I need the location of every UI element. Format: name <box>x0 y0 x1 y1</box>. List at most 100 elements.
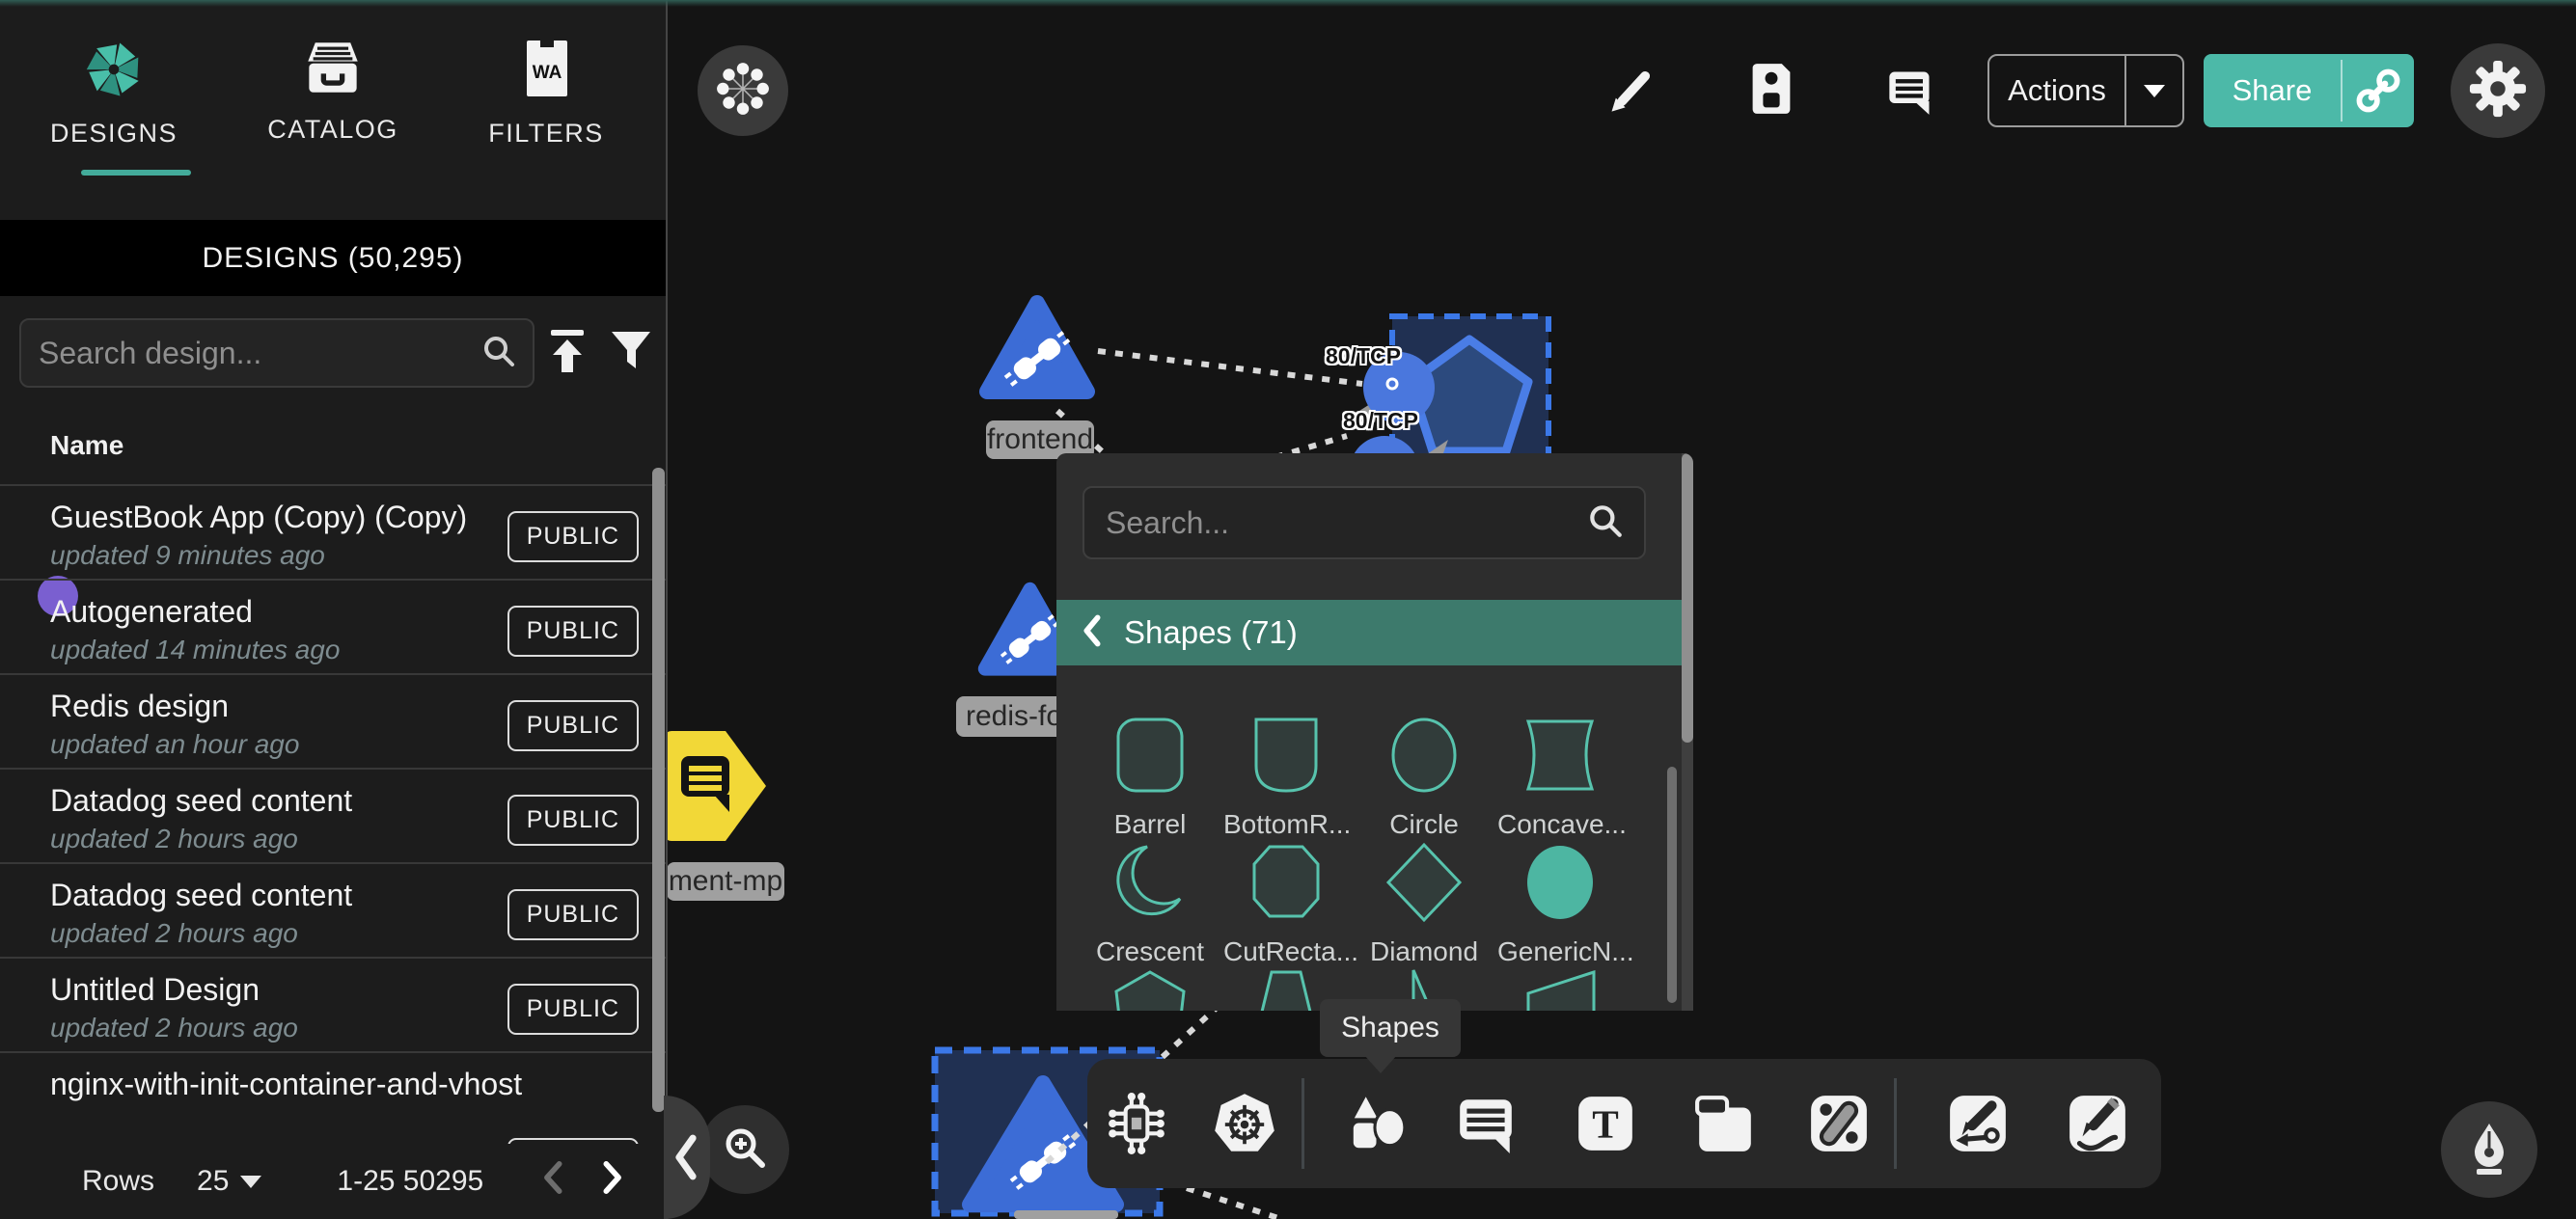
visibility-badge: PUBLIC <box>507 700 639 751</box>
shape-item-partial[interactable] <box>1087 966 1213 1011</box>
visualize-cluster-button[interactable] <box>698 45 788 136</box>
shape-label: BottomR... <box>1223 809 1349 840</box>
shape-item-diamond[interactable]: Diamond <box>1361 839 1487 967</box>
shapes-list-scrollbar[interactable] <box>1667 767 1677 1003</box>
node-label-chip: redis-fo <box>956 696 1072 737</box>
shape-label: GenericN... <box>1497 936 1623 967</box>
cluster-dots-icon <box>715 61 771 122</box>
shape-item-circle[interactable]: Circle <box>1361 712 1487 840</box>
tab-designs-label: DESIGNS <box>50 119 178 149</box>
shape-item-concave[interactable]: Concave... <box>1497 712 1623 840</box>
shape-label: Barrel <box>1087 809 1213 840</box>
shapes-search-box <box>1082 486 1646 559</box>
pen-nib-icon <box>2462 1120 2516 1180</box>
node-comment-yellow[interactable] <box>666 731 767 845</box>
design-name: nginx-with-init-container-and-vhost <box>50 1067 522 1102</box>
shape-item-barrel[interactable]: Barrel <box>1087 712 1213 840</box>
toolbar-divider <box>1894 1078 1897 1169</box>
tab-designs[interactable]: DESIGNS <box>22 39 206 174</box>
zoom-in-icon <box>720 1123 770 1178</box>
shape-label: Diamond <box>1361 936 1487 967</box>
design-row[interactable]: GuestBook App (Copy) (Copy) updated 9 mi… <box>0 484 666 581</box>
copy-link-icon[interactable] <box>2343 54 2414 127</box>
shape-item-bottomround[interactable]: BottomR... <box>1223 712 1349 840</box>
caret-down-icon <box>2144 85 2165 97</box>
note-tool-icon[interactable] <box>1687 1086 1763 1161</box>
pagination-bar: Rows 25 1-25 50295 <box>0 1144 666 1219</box>
visibility-badge: PUBLIC <box>507 606 639 657</box>
share-button[interactable]: Share <box>2204 54 2414 127</box>
tab-filters[interactable]: WA FILTERS <box>454 39 638 174</box>
design-updated: updated 2 hours ago <box>50 918 298 949</box>
design-row[interactable]: Untitled Design updated 2 hours ago PUBL… <box>0 957 666 1053</box>
shape-label: Concave... <box>1497 809 1623 840</box>
node-frontend[interactable] <box>977 291 1098 407</box>
comment-icon[interactable] <box>1885 66 1935 121</box>
node-label-chip <box>1014 1210 1118 1219</box>
freehand-draw-tool-icon[interactable] <box>2060 1086 2135 1161</box>
shape-item-crescent[interactable]: Crescent <box>1087 839 1213 967</box>
gear-icon <box>2468 59 2528 123</box>
design-updated: updated 9 minutes ago <box>50 540 325 571</box>
rows-per-page-value: 25 <box>197 1165 229 1198</box>
design-row[interactable]: Redis design updated an hour ago PUBLIC <box>0 673 666 770</box>
pagination-range: 1-25 50295 <box>337 1165 483 1198</box>
shape-item-partial[interactable] <box>1497 966 1623 1011</box>
design-row[interactable]: Datadog seed content updated 2 hours ago… <box>0 862 666 959</box>
design-updated: updated 2 hours ago <box>50 824 298 854</box>
design-search-input[interactable] <box>37 335 480 372</box>
sidebar-header-title: DESIGNS (50,295) <box>202 242 463 275</box>
shapes-tool-icon[interactable] <box>1338 1086 1413 1161</box>
sidebar-collapse-handle[interactable] <box>664 1096 710 1219</box>
meshery-logo-icon <box>83 39 145 105</box>
tooltip-arrow <box>1364 1055 1397 1073</box>
shapes-category-header[interactable]: Shapes (71) <box>1056 600 1682 665</box>
actions-dropdown-toggle[interactable] <box>2126 56 2182 125</box>
shape-label: CutRecta... <box>1223 936 1349 967</box>
share-label: Share <box>2204 54 2341 127</box>
shapes-search-input[interactable] <box>1104 504 1586 542</box>
components-chip-icon[interactable] <box>1099 1086 1174 1161</box>
design-name: Autogenerated <box>50 594 253 630</box>
previous-page-button[interactable] <box>537 1158 570 1205</box>
edge-pen-tool-icon[interactable] <box>1940 1086 2015 1161</box>
design-name: Untitled Design <box>50 972 260 1008</box>
actions-button[interactable]: Actions <box>1987 54 2184 127</box>
shape-label: Crescent <box>1087 936 1213 967</box>
edit-pencil-icon[interactable] <box>1605 66 1656 121</box>
design-search-box <box>19 318 534 388</box>
node-pentagon-selected[interactable] <box>1346 309 1558 468</box>
design-name: GuestBook App (Copy) (Copy) <box>50 500 467 535</box>
kubernetes-icon[interactable] <box>1207 1086 1282 1161</box>
tab-filters-label: FILTERS <box>488 119 604 149</box>
back-chevron-icon[interactable] <box>1080 614 1105 652</box>
rows-per-page-select[interactable]: 25 <box>197 1165 261 1198</box>
shape-label: Circle <box>1361 809 1487 840</box>
tab-catalog-label: CATALOG <box>267 115 398 145</box>
zoom-in-button[interactable] <box>700 1105 789 1194</box>
pen-nib-button[interactable] <box>2441 1101 2537 1198</box>
search-icon <box>1586 501 1625 545</box>
text-tool-icon[interactable]: T <box>1568 1086 1643 1161</box>
design-row[interactable]: Autogenerated updated 14 minutes ago PUB… <box>0 579 666 675</box>
design-name: Datadog seed content <box>50 878 352 913</box>
next-page-button[interactable] <box>595 1158 628 1205</box>
edge-port-label: 80/TCP <box>1326 343 1401 369</box>
design-row[interactable]: Datadog seed content updated 2 hours ago… <box>0 768 666 864</box>
shape-item-cutrectangle[interactable]: CutRecta... <box>1223 839 1349 967</box>
comment-tool-icon[interactable] <box>1448 1086 1523 1161</box>
top-accent-line <box>0 0 2576 7</box>
visibility-badge: PUBLIC <box>507 511 639 562</box>
shape-item-genericnode[interactable]: GenericN... <box>1497 839 1623 967</box>
filter-funnel-icon[interactable] <box>610 330 652 381</box>
visibility-badge: PUBLIC <box>507 889 639 940</box>
publish-upload-icon[interactable] <box>547 328 588 383</box>
save-icon[interactable] <box>1748 62 1795 121</box>
sidebar: DESIGNS CATALOG WA <box>0 0 668 1219</box>
panel-scrollbar[interactable] <box>1682 453 1693 743</box>
column-header-name: Name <box>50 430 123 461</box>
link-tool-icon[interactable] <box>1801 1086 1877 1161</box>
settings-button[interactable] <box>2451 43 2545 138</box>
sidebar-scrollbar[interactable] <box>652 468 665 1112</box>
tab-catalog[interactable]: CATALOG <box>241 39 425 174</box>
